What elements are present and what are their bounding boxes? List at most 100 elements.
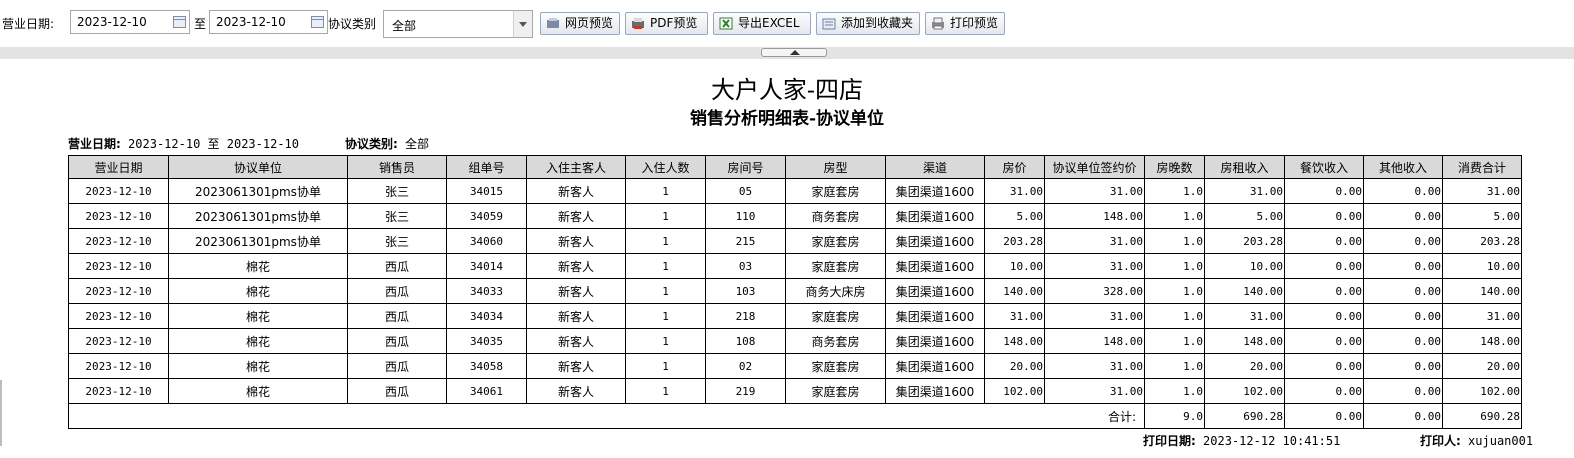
table-cell: 1 bbox=[625, 178, 706, 204]
table-cell: 1.0 bbox=[1144, 278, 1205, 304]
table-cell: 1 bbox=[625, 303, 706, 329]
web-preview-button[interactable]: 网页预览 bbox=[540, 12, 620, 35]
table-cell: 03 bbox=[705, 253, 786, 279]
table-cell: 102.00 bbox=[984, 378, 1045, 404]
print-preview-button[interactable]: 打印预览 bbox=[925, 12, 1005, 35]
table-cell: 148.00 bbox=[1044, 203, 1145, 229]
date-from-value: 2023-12-10 bbox=[77, 15, 147, 29]
table-cell: 家庭套房 bbox=[785, 228, 886, 254]
table-cell: 西瓜 bbox=[347, 353, 447, 379]
table-cell: 34058 bbox=[446, 353, 527, 379]
table-cell: 2023-12-10 bbox=[68, 328, 169, 354]
table-cell: 张三 bbox=[347, 203, 447, 229]
table-cell: 0.00 bbox=[1363, 353, 1443, 379]
date-to-field[interactable]: 2023-12-10 bbox=[209, 10, 328, 34]
table-cell: 1.0 bbox=[1144, 378, 1205, 404]
table-row: 2023-12-10 棉花 西瓜 34033 新客人 1 103 商务大床房 集团渠道1600 1… bbox=[68, 278, 1522, 304]
collapse-toggle[interactable] bbox=[761, 48, 827, 57]
table-cell: 2023-12-10 bbox=[68, 378, 169, 404]
table-cell: 2023-12-10 bbox=[68, 278, 169, 304]
pdf-preview-button[interactable]: PDF预览 bbox=[625, 12, 708, 35]
table-cell: 34060 bbox=[446, 228, 527, 254]
web-preview-icon bbox=[547, 18, 559, 28]
table-cell: 0.00 bbox=[1363, 228, 1443, 254]
calendar-icon[interactable] bbox=[311, 16, 324, 28]
table-cell: 5.00 bbox=[984, 203, 1045, 229]
table-cell: 0.00 bbox=[1363, 378, 1443, 404]
table-cell: 2023-12-10 bbox=[68, 303, 169, 329]
table-row: 2023-12-10 2023061301pms协单 张三 34059 新客人 1 110 商… bbox=[68, 203, 1522, 229]
table-cell: 31.00 bbox=[1442, 178, 1522, 204]
table-cell: 10.00 bbox=[1442, 253, 1522, 279]
table-cell: 1.0 bbox=[1144, 178, 1205, 204]
category-select-value: 全部 bbox=[392, 19, 417, 33]
table-cell: 102.00 bbox=[1442, 378, 1522, 404]
table-row: 2023-12-10 棉花 西瓜 34035 新客人 1 108 商务套房 集团渠道1600 14… bbox=[68, 328, 1522, 354]
table-cell: 31.00 bbox=[1044, 178, 1145, 204]
business-date-label: 营业日期: bbox=[2, 17, 55, 31]
column-header: 房晚数 bbox=[1144, 155, 1205, 179]
printer-icon bbox=[932, 17, 944, 30]
date-to-value: 2023-12-10 bbox=[216, 15, 286, 29]
column-header: 房价 bbox=[984, 155, 1045, 179]
column-header: 房租收入 bbox=[1204, 155, 1285, 179]
excel-icon bbox=[719, 17, 733, 30]
calendar-icon[interactable] bbox=[173, 16, 186, 28]
table-cell: 328.00 bbox=[1044, 278, 1145, 304]
total-total-consumption: 690.28 bbox=[1442, 403, 1522, 429]
chevron-down-icon[interactable] bbox=[513, 11, 532, 37]
table-cell: 集团渠道1600 bbox=[885, 303, 985, 329]
table-cell: 34015 bbox=[446, 178, 527, 204]
table-cell: 20.00 bbox=[1442, 353, 1522, 379]
table-cell: 集团渠道1600 bbox=[885, 203, 985, 229]
add-favorites-button[interactable]: 添加到收藏夹 bbox=[816, 12, 920, 35]
printer-value: xujuan001 bbox=[1468, 434, 1534, 448]
table-cell: 203.28 bbox=[1442, 228, 1522, 254]
table-cell: 新客人 bbox=[526, 278, 626, 304]
column-header: 销售员 bbox=[347, 155, 447, 179]
table-cell: 新客人 bbox=[526, 228, 626, 254]
table-cell: 集团渠道1600 bbox=[885, 378, 985, 404]
table-cell: 20.00 bbox=[984, 353, 1045, 379]
table-cell: 新客人 bbox=[526, 203, 626, 229]
date-from-field[interactable]: 2023-12-10 bbox=[70, 10, 190, 34]
column-header: 渠道 bbox=[885, 155, 985, 179]
table-cell: 148.00 bbox=[1204, 328, 1285, 354]
table-row: 2023-12-10 棉花 西瓜 34061 新客人 1 219 家庭套房 集团渠道1600 10… bbox=[68, 378, 1522, 404]
table-cell: 10.00 bbox=[984, 253, 1045, 279]
toolbar: 营业日期: 2023-12-10 至 2023-12-10 协议类别 全部 网页… bbox=[0, 0, 1574, 46]
table-cell: 新客人 bbox=[526, 303, 626, 329]
table-cell: 2023-12-10 bbox=[68, 203, 169, 229]
table-cell: 108 bbox=[705, 328, 786, 354]
table-cell: 0.00 bbox=[1363, 278, 1443, 304]
column-header: 入住人数 bbox=[625, 155, 706, 179]
column-header: 消费合计 bbox=[1442, 155, 1522, 179]
print-date-value: 2023-12-12 10:41:51 bbox=[1203, 434, 1341, 448]
report-table: 营业日期 协议单位 销售员 组单号 入住主客人 入住人数 房间号 房型 渠道 房价 协议单位签约价房… bbox=[68, 155, 1522, 429]
table-cell: 新客人 bbox=[526, 328, 626, 354]
export-excel-button[interactable]: 导出EXCEL bbox=[713, 12, 811, 35]
table-cell: 集团渠道1600 bbox=[885, 178, 985, 204]
table-cell: 148.00 bbox=[1442, 328, 1522, 354]
table-cell: 集团渠道1600 bbox=[885, 278, 985, 304]
panel-splitter bbox=[0, 47, 1574, 59]
pdf-preview-label: PDF预览 bbox=[650, 16, 698, 30]
table-cell: 西瓜 bbox=[347, 328, 447, 354]
table-cell: 2023-12-10 bbox=[68, 253, 169, 279]
printer-label: 打印人: bbox=[1420, 434, 1461, 448]
category-select[interactable]: 全部 bbox=[383, 10, 533, 38]
table-cell: 西瓜 bbox=[347, 253, 447, 279]
total-other-revenue: 0.00 bbox=[1363, 403, 1443, 429]
table-cell: 218 bbox=[705, 303, 786, 329]
table-cell: 家庭套房 bbox=[785, 378, 886, 404]
table-cell: 2023061301pms协单 bbox=[168, 178, 348, 204]
table-cell: 148.00 bbox=[1044, 328, 1145, 354]
meta-date: 营业日期: 2023-12-10 至 2023-12-10 bbox=[68, 135, 299, 152]
table-cell: 商务套房 bbox=[785, 328, 886, 354]
table-cell: 商务大床房 bbox=[785, 278, 886, 304]
table-cell: 1.0 bbox=[1144, 228, 1205, 254]
column-header: 房型 bbox=[785, 155, 886, 179]
table-cell: 集团渠道1600 bbox=[885, 228, 985, 254]
printer: 打印人: xujuan001 bbox=[1420, 432, 1533, 449]
print-date: 打印日期: 2023-12-12 10:41:51 bbox=[1143, 432, 1340, 449]
